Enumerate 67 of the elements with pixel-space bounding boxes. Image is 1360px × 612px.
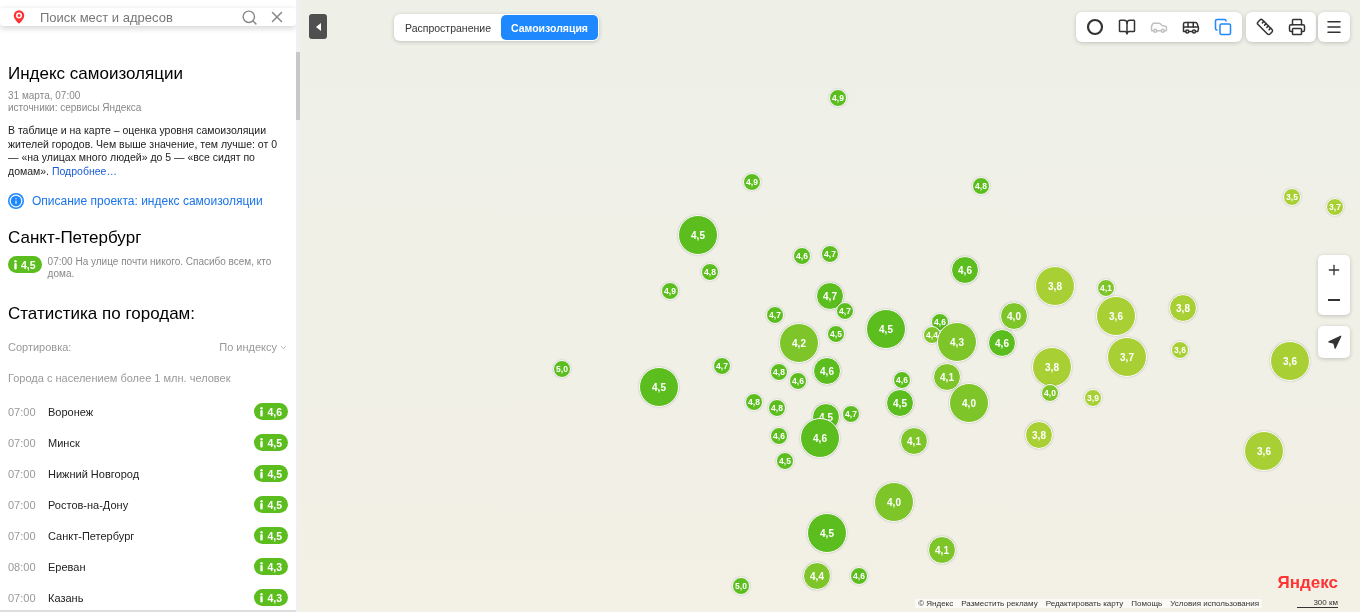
book-icon (1118, 18, 1136, 36)
row-time: 07:00 (8, 591, 37, 604)
triangle-icon (315, 22, 321, 31)
person-icon (259, 530, 265, 541)
row-time: 07:00 (8, 436, 37, 449)
index-value: 4,5 (267, 467, 282, 480)
index-value: 4,5 (267, 498, 282, 511)
mode-tab[interactable]: Самоизоляция (501, 15, 598, 40)
city-name[interactable]: Минск (48, 436, 255, 449)
person-icon (13, 259, 18, 270)
row-time: 07:00 (8, 529, 37, 542)
printer-icon (1288, 18, 1306, 36)
city-name[interactable]: Санкт-Петербург (48, 529, 255, 542)
city-name[interactable]: Казань (48, 591, 255, 604)
menu-icon (1325, 18, 1343, 36)
search-icon[interactable] (241, 8, 258, 26)
scale-bar: 300 км (1297, 598, 1338, 608)
row-time: 08:00 (8, 560, 37, 573)
ruler-icon (1256, 18, 1274, 36)
city-note: 07:00 На улице почти никого. Спасибо всем, кто дома. (47, 256, 273, 280)
more-link[interactable]: Подробнее… (51, 164, 117, 177)
person-icon (259, 592, 265, 603)
info-icon (8, 193, 24, 209)
city-name[interactable]: Ереван (48, 560, 255, 573)
index-value: 4,5 (267, 529, 282, 542)
search-field[interactable]: Поиск мест и адресов (0, 8, 296, 26)
minus-icon (1328, 299, 1340, 301)
city-title: Санкт-Петербург (8, 228, 143, 248)
footer-link[interactable]: Условия использования (1170, 599, 1259, 608)
collapse-button[interactable] (309, 14, 327, 39)
project-link[interactable]: Описание проекта: индекс самоизоляции (8, 193, 288, 209)
index-value: 4,5 (267, 436, 282, 449)
group-label: Города с населением более 1 млн. человек (8, 372, 232, 384)
city-name[interactable]: Ростов-на-Дону (48, 498, 255, 511)
navigation-icon (1326, 334, 1342, 350)
scrollbar[interactable] (296, 52, 300, 120)
sort-dropdown[interactable]: По индексу (219, 341, 288, 353)
sort-label: Сортировка: (8, 341, 72, 353)
row-time: 07:00 (8, 467, 37, 480)
person-icon (259, 437, 265, 448)
pin-icon (10, 8, 28, 26)
circle-icon (1086, 18, 1104, 36)
stats-title: Статистика по городам: (8, 304, 196, 324)
footer-link[interactable]: Разместить рекламу (961, 599, 1038, 608)
person-icon (259, 468, 265, 479)
person-icon (259, 499, 265, 510)
footer-link[interactable]: © Яндекс (918, 599, 954, 608)
row-time: 07:00 (8, 405, 37, 418)
city-name[interactable]: Нижний Новгород (48, 467, 255, 480)
index-value: 4,3 (267, 591, 282, 604)
index-value: 4,5 (21, 258, 36, 271)
panel-title: Индекс самоизоляции (8, 64, 184, 84)
date-text: 31 марта, 07:00 (8, 90, 82, 102)
city-name[interactable]: Воронеж (48, 405, 255, 418)
locate-button[interactable] (1318, 326, 1350, 358)
logo: Яндекс (1277, 573, 1338, 593)
footer-link[interactable]: Редактировать карту (1045, 599, 1124, 608)
footer-link[interactable]: Помощь (1131, 599, 1163, 608)
person-icon (259, 561, 265, 572)
index-value: 4,6 (267, 405, 282, 418)
sources-text: источники: сервисы Яндекса (8, 102, 143, 114)
description-text: В таблице и на карте – оценка уровня самоизоляции жителей городов. Чем выше значение, тем лучше: от 0 — «на улицах много людей» до 5 — «все сидят по домам». Подробнее… (8, 124, 279, 178)
person-icon (259, 406, 265, 417)
index-value: 4,3 (267, 560, 282, 573)
row-time: 07:00 (8, 498, 37, 511)
plus-icon (1326, 262, 1342, 278)
layers-icon (1214, 18, 1232, 36)
